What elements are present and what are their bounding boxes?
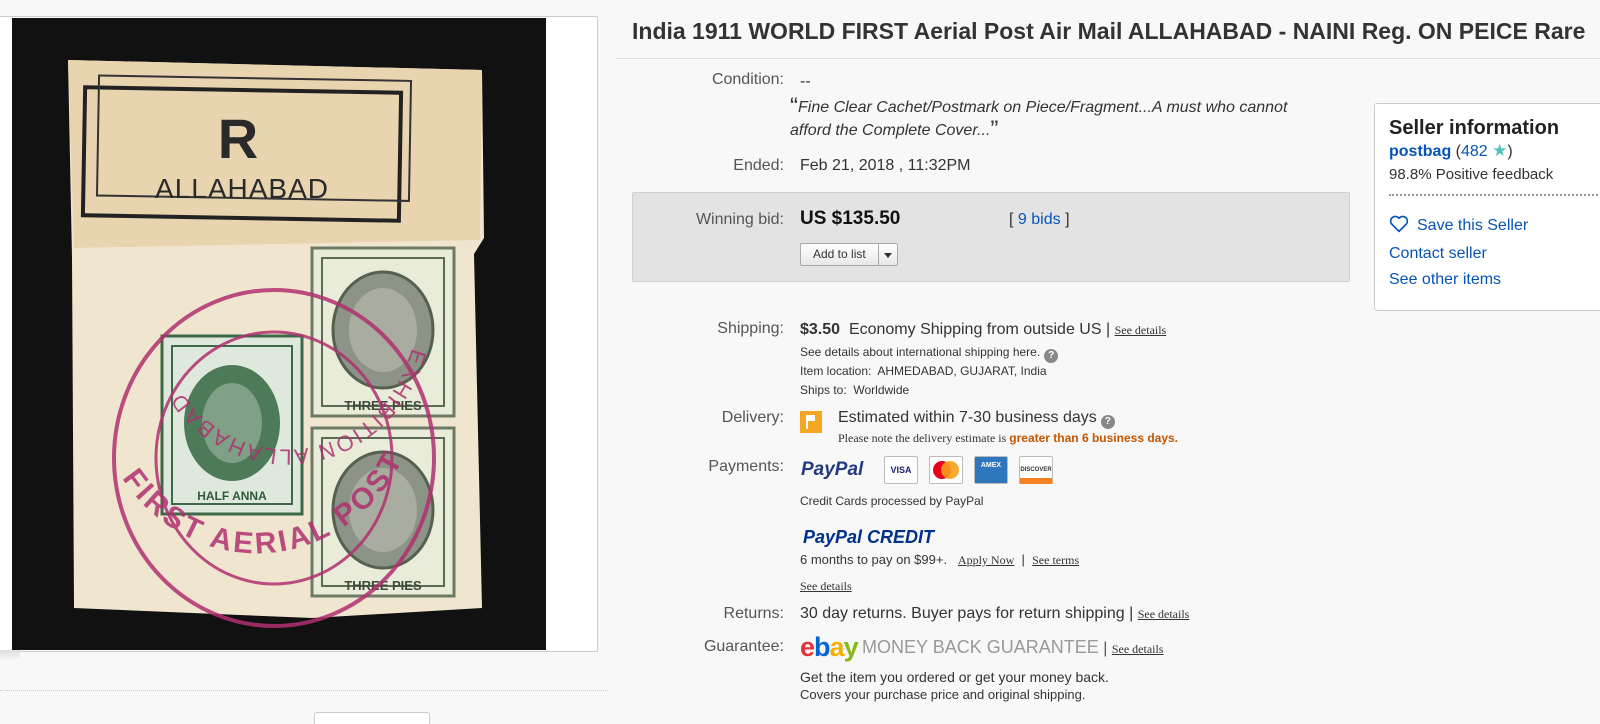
- payments-label: Payments:: [708, 458, 784, 475]
- ended-value: Feb 21, 2018 , 11:32PM: [800, 157, 971, 174]
- returns-details-link[interactable]: See details: [1138, 607, 1190, 621]
- returns-text: 30 day returns. Buyer pays for return sh…: [800, 605, 1125, 622]
- add-to-list-button[interactable]: Add to list: [800, 243, 898, 266]
- chevron-down-icon[interactable]: [877, 244, 897, 265]
- contact-seller-link[interactable]: Contact seller: [1389, 245, 1487, 263]
- winning-bid-label: Winning bid:: [695, 211, 784, 228]
- item-location-label: Item location:: [800, 364, 872, 378]
- ended-label: Ended:: [733, 157, 784, 174]
- condition-value: --: [800, 73, 811, 90]
- help-icon[interactable]: ?: [1044, 349, 1059, 363]
- item-title: India 1911 WORLD FIRST Aerial Post Air M…: [632, 18, 1586, 44]
- paypal-logo: PayPal: [801, 459, 864, 480]
- item-location: Item location: AHMEDABAD, GUJARAT, India: [800, 364, 1047, 378]
- cachet-city: ALLAHABAD: [155, 173, 329, 204]
- credit-sep: |: [1021, 552, 1025, 567]
- stamp-three-pies-top: THREE PIES: [310, 246, 456, 418]
- returns-line: 30 day returns. Buyer pays for return sh…: [800, 605, 1189, 623]
- guarantee-line-1: Get the item you ordered or get your mon…: [800, 669, 1109, 685]
- seller-info-title: Seller information: [1389, 117, 1560, 139]
- image-shadow: [0, 650, 20, 660]
- score-paren-close: ): [1507, 143, 1513, 160]
- shipping-method: Economy Shipping from outside US: [848, 321, 1102, 338]
- visa-icon: VISA: [884, 456, 918, 484]
- amex-icon: AMEX: [974, 456, 1008, 484]
- apply-now-link[interactable]: Apply Now: [958, 553, 1014, 567]
- credit-offer: 6 months to pay on $99+.: [800, 552, 948, 567]
- credit-processed: Credit Cards processed by PayPal: [800, 494, 984, 508]
- credit-offer-line: 6 months to pay on $99+. Apply Now | See…: [800, 552, 1079, 568]
- flag-icon: [800, 411, 822, 433]
- bids-bracket-close: ]: [1065, 211, 1070, 228]
- see-terms-link[interactable]: See terms: [1032, 553, 1079, 567]
- intl-shipping-note: See details about international shipping…: [800, 345, 1059, 363]
- discover-icon: DISCOVER: [1019, 456, 1053, 484]
- condition-note-text: Fine Clear Cachet/Postmark on Piece/Frag…: [790, 99, 1288, 139]
- cachet-r: R: [218, 107, 258, 170]
- shipping-line: $3.50 Economy Shipping from outside US |…: [800, 321, 1166, 339]
- stamp-half-anna: HALF ANNA: [160, 334, 304, 516]
- item-location-value: AHMEDABAD, GUJARAT, India: [877, 364, 1047, 378]
- item-image[interactable]: R ALLAHABAD THREE PIES THREE PIES HALF A…: [12, 18, 546, 650]
- delivery-label: Delivery:: [721, 409, 784, 426]
- add-to-list-label[interactable]: Add to list: [801, 244, 878, 265]
- thumbnail-tab[interactable]: [314, 712, 430, 724]
- guarantee-line: ebay MONEY BACK GUARANTEE | See details: [800, 632, 1163, 663]
- guarantee-label: Guarantee:: [703, 638, 784, 655]
- bid-box: [632, 192, 1350, 282]
- intl-shipping-text: See details about international shipping…: [800, 345, 1041, 359]
- condition-note: “Fine Clear Cachet/Postmark on Piece/Fra…: [790, 93, 1288, 143]
- bid-count: [ 9 bids ]: [1009, 211, 1070, 229]
- paypal-credit-logo: PayPal CREDIT: [803, 527, 935, 547]
- returns-label: Returns:: [723, 605, 784, 622]
- ebay-logo: ebay: [800, 632, 859, 662]
- money-back-guarantee: MONEY BACK GUARANTEE: [862, 637, 1099, 657]
- delivery-estimate-text: Estimated within 7-30 business days: [838, 409, 1097, 426]
- shipping-label: Shipping:: [717, 320, 784, 337]
- guarantee-line-2: Covers your purchase price and original …: [800, 687, 1086, 702]
- star-icon: ★: [1492, 141, 1508, 160]
- delivery-estimate: Estimated within 7-30 business days?: [838, 409, 1115, 429]
- delivery-note-text: Please note the delivery estimate is: [838, 431, 1007, 445]
- shipping-cost: $3.50: [800, 321, 841, 338]
- bids-link[interactable]: 9 bids: [1018, 211, 1061, 228]
- title-divider: [616, 58, 1600, 59]
- save-seller-button[interactable]: Save this Seller: [1389, 215, 1528, 235]
- credit-details-link[interactable]: See details: [800, 579, 852, 593]
- image-divider: [0, 690, 608, 691]
- shipping-details-link[interactable]: See details: [1115, 323, 1167, 337]
- returns-sep: |: [1129, 605, 1134, 622]
- delivery-note: Please note the delivery estimate is gre…: [838, 431, 1178, 446]
- guarantee-sep: |: [1103, 640, 1108, 657]
- shipping-sep: |: [1105, 321, 1111, 338]
- bids-bracket-open: [: [1009, 211, 1014, 228]
- stamp-piece-photo: R ALLAHABAD THREE PIES THREE PIES HALF A…: [68, 60, 484, 628]
- save-seller-label[interactable]: Save this Seller: [1417, 217, 1528, 234]
- feedback-score-link[interactable]: 482: [1461, 143, 1488, 160]
- winning-bid-price: US $135.50: [800, 208, 901, 229]
- delivery-note-highlight: greater than 6 business days.: [1009, 431, 1179, 445]
- positive-feedback: 98.8% Positive feedback: [1389, 166, 1554, 183]
- guarantee-details-link[interactable]: See details: [1112, 642, 1164, 656]
- seller-name-line: postbag (482 ★): [1389, 141, 1513, 161]
- ships-to: Ships to: Worldwide: [800, 383, 909, 397]
- help-icon[interactable]: ?: [1100, 415, 1115, 429]
- heart-icon: [1389, 215, 1409, 233]
- item-image-frame: R ALLAHABAD THREE PIES THREE PIES HALF A…: [0, 16, 598, 652]
- condition-label: Condition:: [711, 71, 784, 88]
- ships-to-label: Ships to:: [800, 383, 847, 397]
- mastercard-icon: [929, 456, 963, 484]
- ships-to-value: Worldwide: [853, 383, 910, 397]
- seller-divider: [1389, 194, 1600, 196]
- seller-name-link[interactable]: postbag: [1389, 143, 1451, 160]
- seller-info-panel: Seller information postbag (482 ★) 98.8%…: [1374, 103, 1600, 311]
- svg-text:HALF ANNA: HALF ANNA: [197, 489, 267, 503]
- see-other-items-link[interactable]: See other items: [1389, 271, 1501, 289]
- credit-details-wrap: See details: [800, 577, 852, 595]
